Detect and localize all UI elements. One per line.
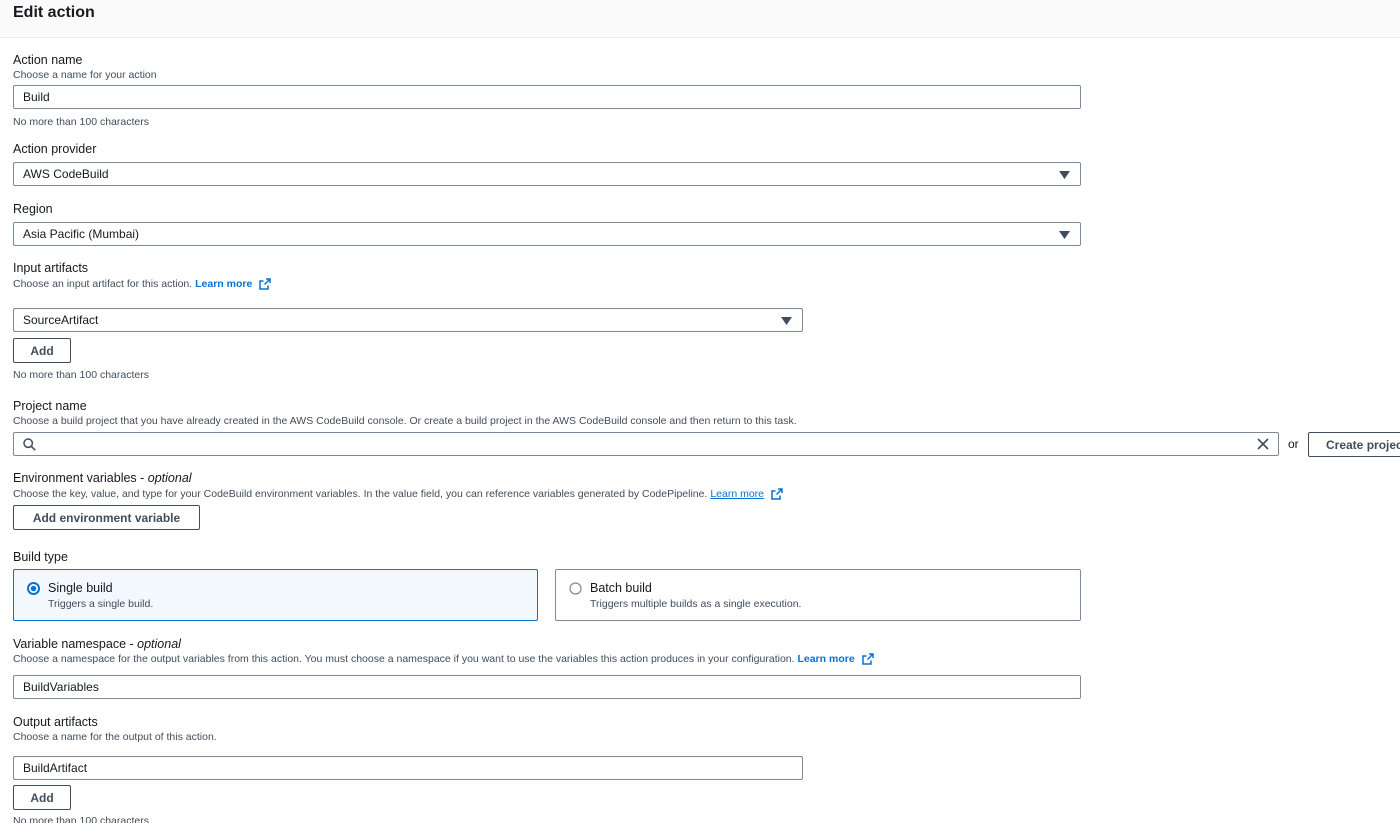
variable-namespace-label: Variable namespace	[13, 637, 127, 651]
input-artifact-select[interactable]: SourceArtifact	[13, 308, 803, 332]
variable-namespace-learn-more-link[interactable]: Learn more	[797, 653, 854, 665]
caret-down-icon	[1059, 171, 1070, 179]
caret-down-icon	[781, 317, 792, 325]
output-artifacts-constraint: No more than 100 characters	[13, 815, 149, 823]
external-link-icon	[771, 488, 783, 500]
or-separator: or	[1288, 437, 1299, 451]
action-name-constraint: No more than 100 characters	[13, 116, 149, 128]
input-artifact-value: SourceArtifact	[23, 313, 99, 327]
input-artifacts-label: Input artifacts	[13, 261, 89, 275]
batch-build-option[interactable]: Batch build Triggers multiple builds as …	[555, 569, 1081, 621]
project-name-search-input[interactable]	[13, 432, 1279, 456]
add-input-artifact-button[interactable]: Add	[13, 338, 71, 363]
project-name-label: Project name	[13, 399, 87, 413]
caret-down-icon	[1059, 231, 1070, 239]
output-artifacts-label: Output artifacts	[13, 715, 98, 729]
input-artifacts-description: Choose an input artifact for this action…	[13, 278, 193, 290]
single-build-title: Single build	[48, 581, 113, 595]
action-name-description: Choose a name for your action	[13, 69, 157, 81]
batch-build-description: Triggers multiple builds as a single exe…	[590, 598, 802, 610]
batch-build-title: Batch build	[590, 581, 652, 595]
output-artifacts-description: Choose a name for the output of this act…	[13, 731, 217, 743]
output-artifact-value: BuildArtifact	[23, 761, 88, 775]
search-icon	[23, 438, 36, 451]
input-artifacts-learn-more-link[interactable]: Learn more	[195, 278, 252, 290]
region-value: Asia Pacific (Mumbai)	[23, 227, 140, 241]
single-build-option[interactable]: Single build Triggers a single build.	[13, 569, 538, 621]
env-vars-label: Environment variables	[13, 471, 137, 485]
input-artifacts-description-row: Choose an input artifact for this action…	[13, 278, 271, 290]
region-select[interactable]: Asia Pacific (Mumbai)	[13, 222, 1081, 246]
build-type-label: Build type	[13, 550, 68, 564]
action-name-label: Action name	[13, 53, 83, 67]
page-title: Edit action	[13, 4, 95, 21]
region-label: Region	[13, 202, 53, 216]
variable-namespace-value: BuildVariables	[23, 680, 99, 694]
variable-namespace-optional: optional	[137, 637, 181, 651]
env-vars-optional: optional	[147, 471, 192, 485]
variable-namespace-description: Choose a namespace for the output variab…	[13, 653, 795, 665]
action-provider-select[interactable]: AWS CodeBuild	[13, 162, 1081, 186]
env-vars-description-row: Choose the key, value, and type for your…	[13, 488, 783, 500]
env-vars-learn-more-link[interactable]: Learn more	[710, 488, 764, 500]
output-artifact-input[interactable]: BuildArtifact	[13, 756, 803, 780]
page-header: Edit action	[0, 0, 1400, 38]
action-name-input[interactable]: Build	[13, 85, 1081, 109]
action-provider-label: Action provider	[13, 142, 97, 156]
external-link-icon	[259, 278, 271, 290]
variable-namespace-label-row: Variable namespace - optional	[13, 637, 181, 651]
radio-unselected-icon	[569, 582, 582, 595]
add-output-artifact-button[interactable]: Add	[13, 785, 71, 810]
input-artifacts-constraint: No more than 100 characters	[13, 369, 149, 381]
env-vars-description: Choose the key, value, and type for your…	[13, 488, 708, 500]
env-vars-label-row: Environment variables - optional	[13, 471, 192, 485]
clear-icon[interactable]	[1257, 438, 1269, 450]
add-environment-variable-button[interactable]: Add environment variable	[13, 505, 200, 530]
create-project-button[interactable]: Create project	[1308, 432, 1400, 457]
external-link-icon	[861, 653, 874, 665]
edit-action-page: Edit action Action name Choose a name fo…	[0, 0, 1400, 823]
variable-namespace-description-row: Choose a namespace for the output variab…	[13, 653, 874, 665]
variable-namespace-input[interactable]: BuildVariables	[13, 675, 1081, 699]
radio-selected-icon	[27, 582, 40, 595]
single-build-description: Triggers a single build.	[48, 598, 154, 610]
action-provider-value: AWS CodeBuild	[23, 167, 109, 181]
action-name-value: Build	[23, 90, 50, 104]
project-name-description: Choose a build project that you have alr…	[13, 415, 797, 427]
